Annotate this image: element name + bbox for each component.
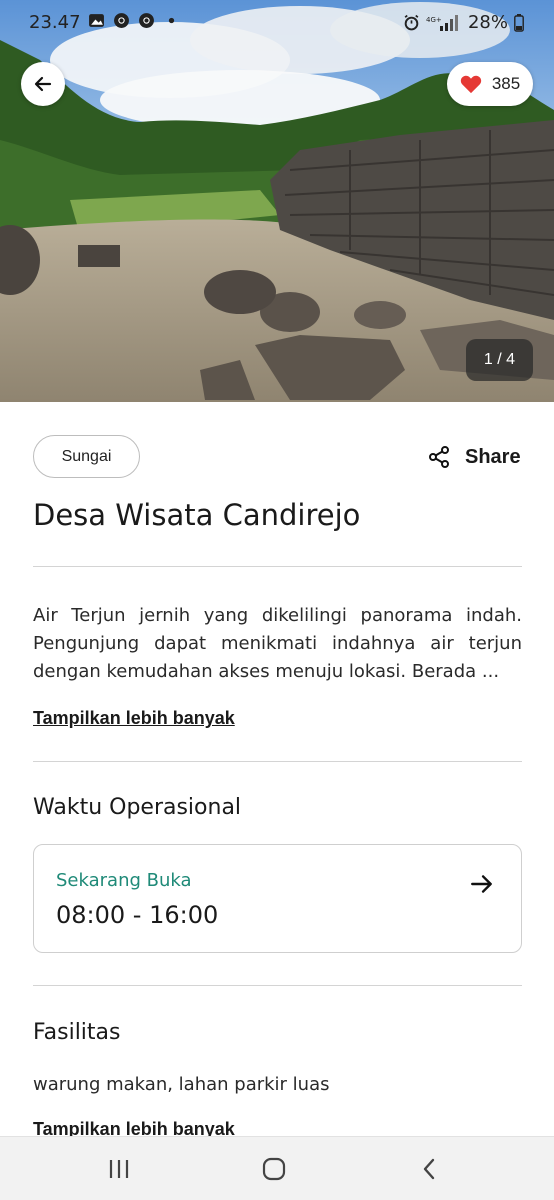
arrow-right-icon (471, 875, 492, 893)
4g-signal-icon: 4G+ (426, 14, 458, 31)
share-button[interactable]: Share (427, 445, 521, 469)
home-button[interactable] (259, 1155, 289, 1183)
home-icon (262, 1157, 286, 1181)
chrome-icon (114, 13, 129, 28)
gallery-icon (89, 14, 104, 27)
battery-icon (514, 13, 524, 32)
status-right: 4G+ 28% (403, 12, 524, 33)
share-icon (429, 446, 449, 468)
arrow-left-icon (34, 76, 52, 92)
opening-hours: 08:00 - 16:00 (56, 901, 219, 929)
heart-icon (460, 75, 481, 94)
favorite-count: 385 (491, 74, 521, 93)
show-more-description-link[interactable]: Tampilkan lebih banyak (33, 708, 235, 729)
back-nav-button[interactable] (414, 1155, 444, 1183)
facilities-list: warung makan, lahan parkir luas (33, 1074, 330, 1095)
back-nav-icon (423, 1158, 435, 1180)
facilities-section-title: Fasilitas (33, 1020, 121, 1045)
divider (33, 566, 522, 567)
hours-section-title: Waktu Operasional (33, 795, 242, 820)
battery-percent: 28% (467, 12, 508, 33)
status-bar: 23.47 4G+ 28% (0, 0, 554, 44)
chrome-icon (139, 13, 154, 28)
divider (33, 761, 522, 762)
back-button[interactable] (21, 62, 65, 106)
hero-image[interactable]: 23.47 4G+ 28% 385 1 / 4 (0, 0, 554, 402)
alarm-icon (404, 14, 419, 31)
recents-button[interactable] (104, 1155, 134, 1183)
system-nav-bar (0, 1136, 554, 1200)
page-title: Desa Wisata Candirejo (33, 498, 361, 532)
place-description: Air Terjun jernih yang dikelilingi panor… (33, 605, 522, 682)
recents-icon (109, 1160, 129, 1178)
share-label: Share (465, 445, 521, 468)
image-page-counter: 1 / 4 (466, 339, 533, 381)
open-status: Sekarang Buka (56, 870, 192, 891)
dot-icon (168, 17, 175, 24)
operating-hours-card[interactable]: Sekarang Buka 08:00 - 16:00 (33, 844, 522, 953)
svg-text:4G+: 4G+ (426, 16, 442, 24)
divider (33, 985, 522, 986)
status-time: 23.47 (29, 12, 81, 33)
favorite-button[interactable]: 385 (447, 62, 533, 106)
category-chip[interactable]: Sungai (33, 435, 140, 478)
status-left-icons (88, 12, 180, 29)
